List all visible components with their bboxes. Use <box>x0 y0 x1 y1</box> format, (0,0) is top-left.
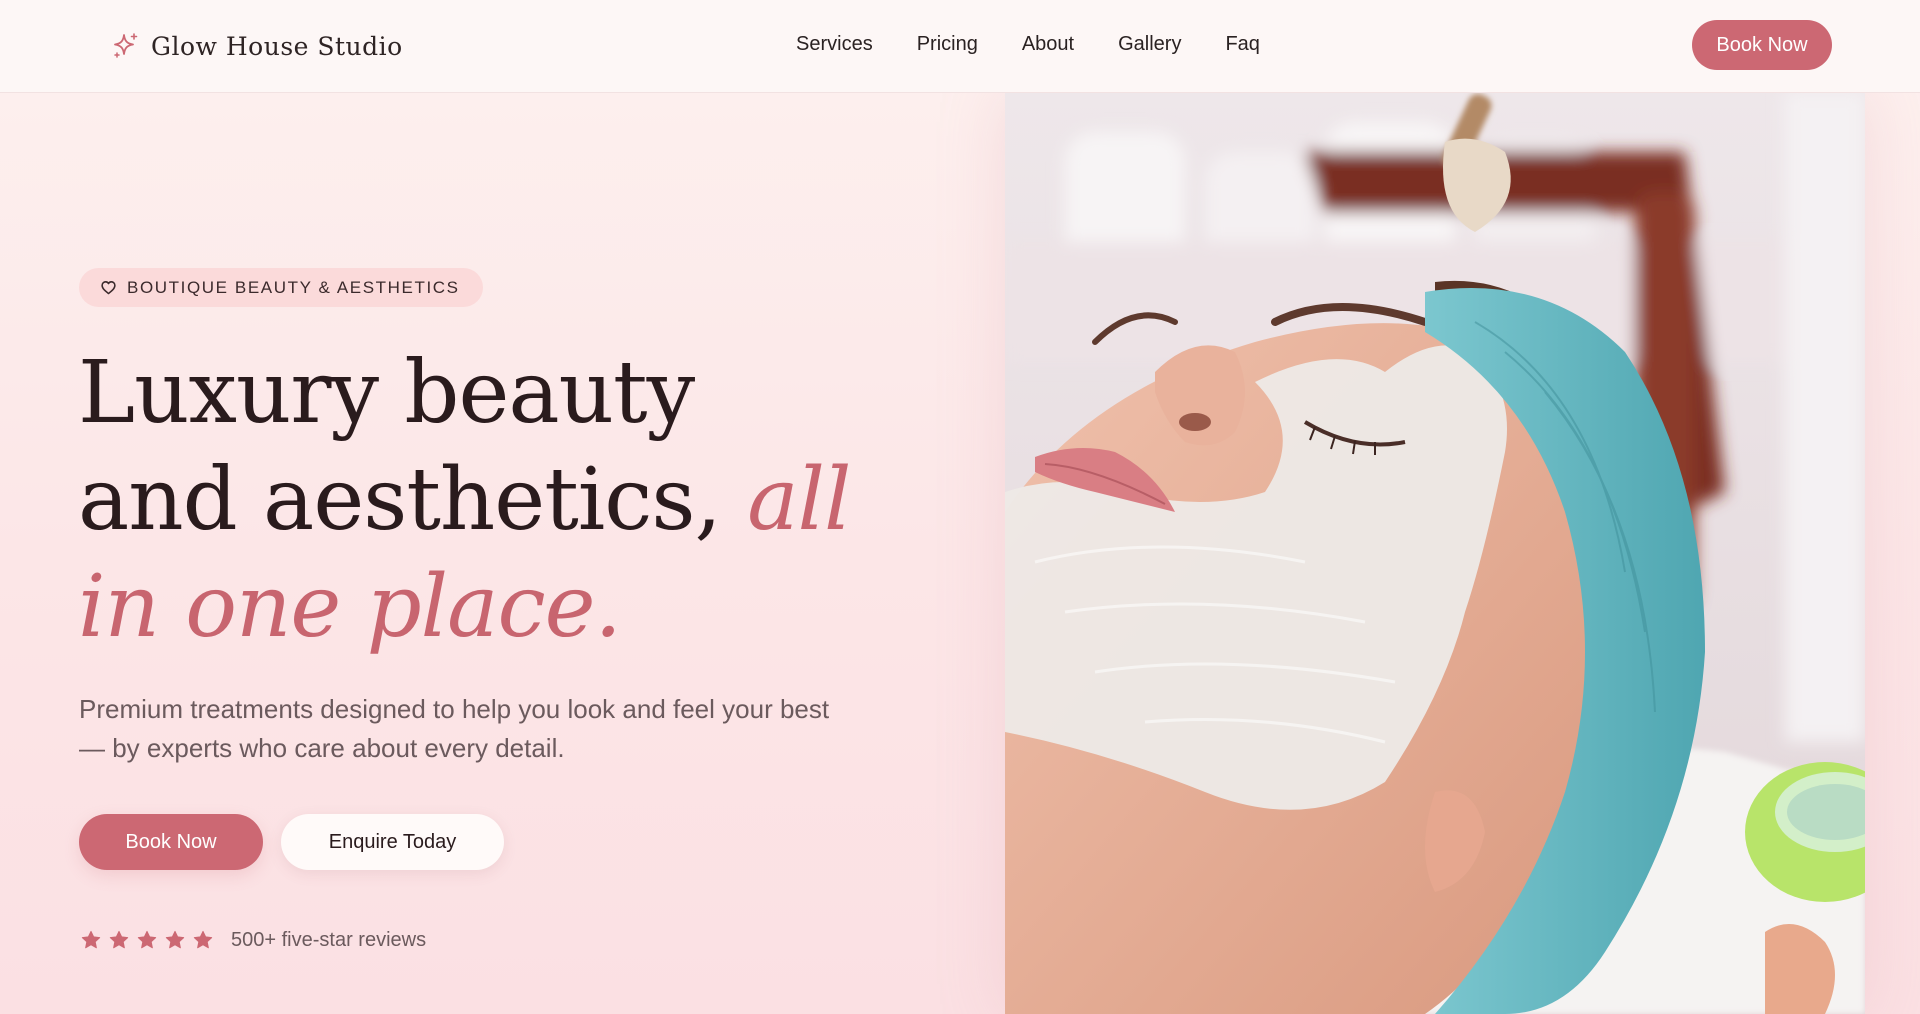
top-navigation: Glow House Studio Services Pricing About… <box>0 0 1920 93</box>
badge-label: BOUTIQUE BEAUTY & AESTHETICS <box>127 277 460 297</box>
star-icon <box>79 928 103 952</box>
hero-book-now-button[interactable]: Book Now <box>79 814 263 870</box>
nav-links: Services Pricing About Gallery Faq <box>796 33 1260 56</box>
star-rating <box>79 928 215 952</box>
sparkle-icon <box>111 31 141 61</box>
review-rating: 500+ five-star reviews <box>79 925 426 955</box>
nav-book-now-button[interactable]: Book Now <box>1692 20 1832 70</box>
star-icon <box>107 928 131 952</box>
hero-subtext: Premium treatments designed to help you … <box>79 694 830 763</box>
brand-logo-link[interactable]: Glow House Studio <box>111 26 403 66</box>
hero-headline: Luxury beauty and aesthetics, all in one… <box>78 340 878 661</box>
nav-link-about[interactable]: About <box>1022 33 1074 56</box>
nav-link-faq[interactable]: Faq <box>1225 33 1259 56</box>
enquire-today-button[interactable]: Enquire Today <box>281 814 504 870</box>
review-count: 500+ five-star reviews <box>231 928 427 951</box>
category-badge: BOUTIQUE BEAUTY & AESTHETICS <box>79 268 483 307</box>
hero-image-facial-treatment <box>1005 92 1865 1014</box>
star-icon <box>135 928 159 952</box>
nav-link-services[interactable]: Services <box>796 33 873 56</box>
star-icon <box>191 928 215 952</box>
headline-main: Luxury beauty and aesthetics, <box>78 343 722 550</box>
star-icon <box>163 928 187 952</box>
brand-name: Glow House Studio <box>151 31 403 61</box>
nav-link-pricing[interactable]: Pricing <box>917 33 978 56</box>
nav-link-gallery[interactable]: Gallery <box>1118 33 1181 56</box>
heart-icon <box>100 279 117 296</box>
